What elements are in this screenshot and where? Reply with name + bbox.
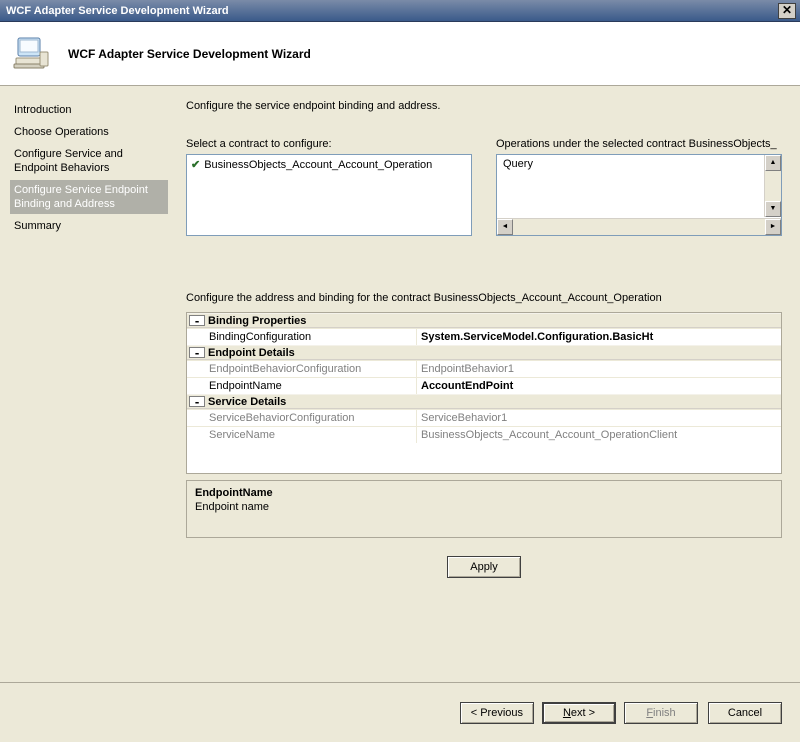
previous-button[interactable]: < Previous: [460, 702, 534, 724]
footer: < Previous Next > Finish Cancel: [0, 682, 800, 742]
sidebar-item-introduction[interactable]: Introduction: [10, 100, 168, 120]
pg-name: EndpointName: [187, 378, 417, 394]
content-panel: Configure the service endpoint binding a…: [172, 86, 800, 680]
pg-value[interactable]: AccountEndPoint: [417, 378, 781, 394]
sidebar-item-configure-behaviors[interactable]: Configure Service and Endpoint Behaviors: [10, 144, 168, 178]
pg-group-title: Service Details: [208, 396, 286, 408]
wizard-icon: [10, 32, 54, 76]
scroll-up-icon[interactable]: ▲: [765, 155, 781, 171]
pg-group-title: Endpoint Details: [208, 347, 295, 359]
header-title: WCF Adapter Service Development Wizard: [68, 47, 311, 61]
pg-value: ServiceBehavior1: [417, 410, 781, 426]
pg-name: BindingConfiguration: [187, 329, 417, 345]
operation-item-label: Query: [503, 158, 533, 170]
pg-name: ServiceBehaviorConfiguration: [187, 410, 417, 426]
next-button-label: N: [563, 707, 571, 719]
pg-row-endpoint-name[interactable]: EndpointName AccountEndPoint: [187, 377, 781, 394]
collapse-icon[interactable]: -: [189, 396, 205, 407]
pg-row-binding-configuration[interactable]: BindingConfiguration System.ServiceModel…: [187, 328, 781, 345]
scroll-right-icon[interactable]: ►: [765, 219, 781, 235]
contract-item-label: BusinessObjects_Account_Account_Operatio…: [204, 159, 432, 171]
check-icon: ✔: [191, 158, 200, 171]
pg-row-service-name: ServiceName BusinessObjects_Account_Acco…: [187, 426, 781, 443]
contract-item[interactable]: ✔ BusinessObjects_Account_Account_Operat…: [189, 157, 469, 172]
scrollbar-vertical[interactable]: ▲ ▼: [764, 155, 781, 217]
instruction-text: Configure the service endpoint binding a…: [186, 100, 782, 112]
pg-value[interactable]: System.ServiceModel.Configuration.BasicH…: [417, 329, 781, 345]
next-button[interactable]: Next >: [542, 702, 616, 724]
description-text: Endpoint name: [195, 501, 773, 513]
pg-value: EndpointBehavior1: [417, 361, 781, 377]
sidebar: Introduction Choose Operations Configure…: [0, 86, 172, 680]
pg-row-endpoint-behavior-config: EndpointBehaviorConfiguration EndpointBe…: [187, 360, 781, 377]
sidebar-item-configure-endpoint-binding[interactable]: Configure Service Endpoint Binding and A…: [10, 180, 168, 214]
titlebar: WCF Adapter Service Development Wizard ✕: [0, 0, 800, 22]
sidebar-item-summary[interactable]: Summary: [10, 216, 168, 236]
main-area: Introduction Choose Operations Configure…: [0, 86, 800, 680]
contract-listbox[interactable]: ✔ BusinessObjects_Account_Account_Operat…: [186, 154, 472, 236]
apply-button[interactable]: Apply: [447, 556, 521, 578]
pg-value: BusinessObjects_Account_Account_Operatio…: [417, 427, 781, 443]
operation-item[interactable]: Query: [501, 157, 763, 171]
scroll-down-icon[interactable]: ▼: [765, 201, 781, 217]
collapse-icon[interactable]: -: [189, 315, 205, 326]
sidebar-item-choose-operations[interactable]: Choose Operations: [10, 122, 168, 142]
collapse-icon[interactable]: -: [189, 347, 205, 358]
scrollbar-horizontal[interactable]: ◄ ►: [497, 218, 781, 235]
pg-row-service-behavior-config: ServiceBehaviorConfiguration ServiceBeha…: [187, 409, 781, 426]
property-grid[interactable]: - Binding Properties BindingConfiguratio…: [186, 312, 782, 474]
pg-empty-space: [187, 443, 781, 473]
header-panel: WCF Adapter Service Development Wizard: [0, 22, 800, 86]
scroll-left-icon[interactable]: ◄: [497, 219, 513, 235]
contract-label: Select a contract to configure:: [186, 138, 472, 150]
description-title: EndpointName: [195, 487, 773, 499]
config-label: Configure the address and binding for th…: [186, 292, 782, 304]
pg-name: EndpointBehaviorConfiguration: [187, 361, 417, 377]
cancel-button[interactable]: Cancel: [708, 702, 782, 724]
close-icon: ✕: [782, 3, 792, 17]
pg-name: ServiceName: [187, 427, 417, 443]
pg-group-binding-properties[interactable]: - Binding Properties: [187, 313, 781, 328]
finish-button: Finish: [624, 702, 698, 724]
operations-label: Operations under the selected contract B…: [496, 138, 782, 150]
pg-group-service-details[interactable]: - Service Details: [187, 394, 781, 409]
description-panel: EndpointName Endpoint name: [186, 480, 782, 538]
pg-group-title: Binding Properties: [208, 315, 306, 327]
window-title: WCF Adapter Service Development Wizard: [6, 5, 229, 17]
close-button[interactable]: ✕: [778, 3, 796, 19]
pg-group-endpoint-details[interactable]: - Endpoint Details: [187, 345, 781, 360]
operations-listbox[interactable]: Query ▲ ▼ ◄ ►: [496, 154, 782, 236]
